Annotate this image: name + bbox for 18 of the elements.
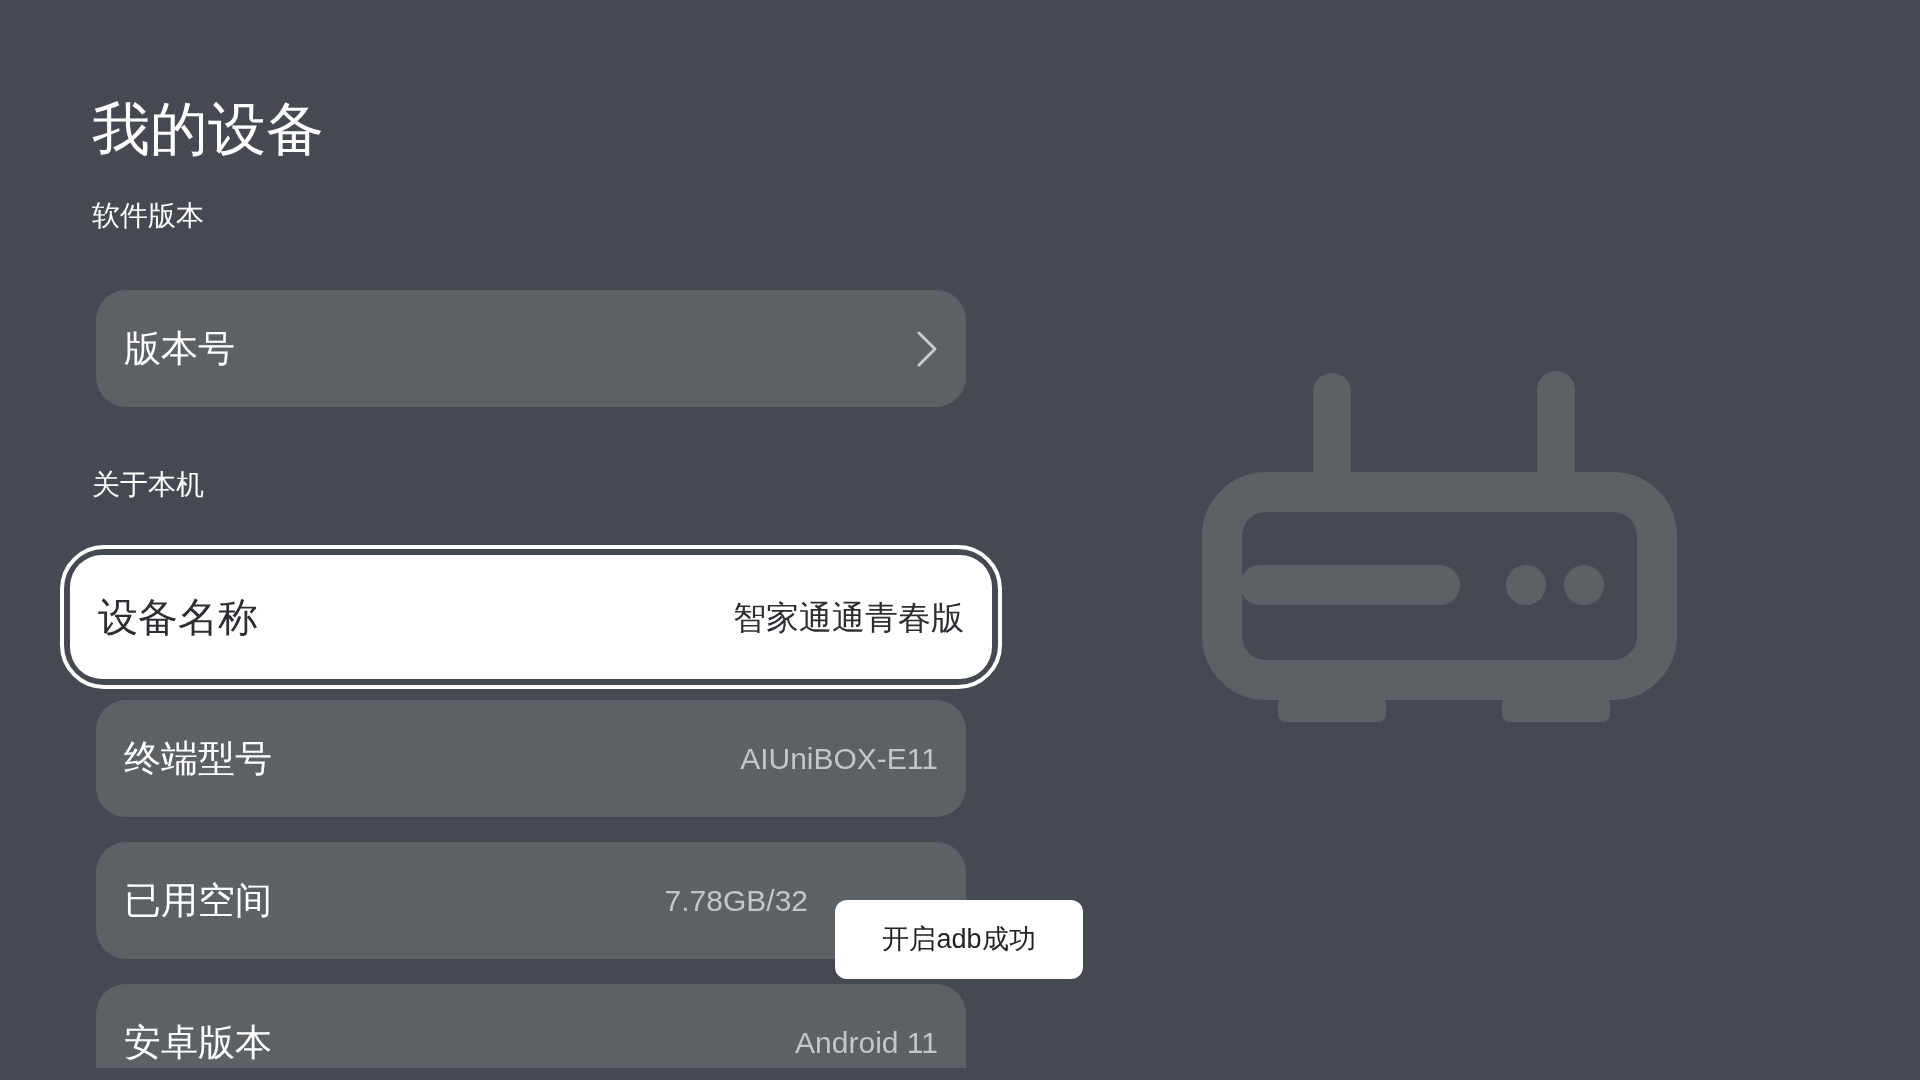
row-value: Android 11 bbox=[795, 1027, 938, 1058]
section-heading: 软件版本 bbox=[92, 202, 205, 230]
toast-message: 开启adb成功 bbox=[835, 900, 1083, 979]
row-value: AIUniBOX-E11 bbox=[740, 743, 938, 774]
row-value: 7.78GB/32 bbox=[664, 885, 808, 916]
row-label: 版本号 bbox=[124, 330, 235, 367]
page-title: 我的设备 bbox=[92, 95, 325, 158]
row-label: 设备名称 bbox=[98, 597, 258, 637]
row-label: 安卓版本 bbox=[124, 1024, 272, 1061]
chevron-right-icon bbox=[916, 329, 938, 368]
settings-row[interactable]: 安卓版本 Android 11 bbox=[96, 984, 966, 1068]
row-label: 终端型号 bbox=[124, 740, 272, 777]
row-value: 智家通通青春版 bbox=[733, 600, 964, 634]
settings-row[interactable]: 版本号 bbox=[96, 290, 966, 407]
settings-row[interactable]: 终端型号 AIUniBOX-E11 bbox=[96, 700, 966, 817]
section-heading: 关于本机 bbox=[92, 471, 205, 499]
row-label: 已用空间 bbox=[124, 882, 272, 919]
selected-settings-row[interactable]: 设备名称 智家通通青春版 bbox=[60, 545, 1002, 689]
